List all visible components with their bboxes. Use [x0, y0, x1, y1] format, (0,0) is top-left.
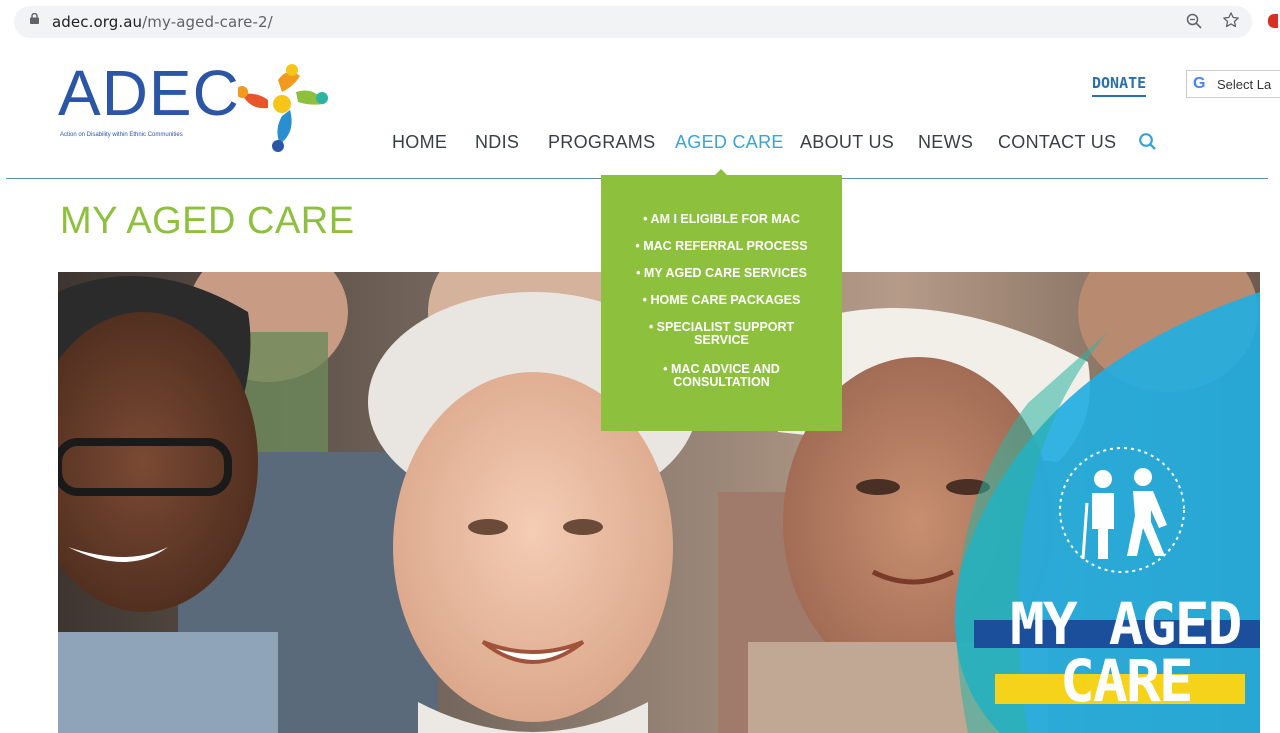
nav-news[interactable]: NEWS [918, 132, 973, 153]
google-translate-icon: G [1193, 75, 1206, 92]
star-icon[interactable] [1222, 11, 1240, 29]
nav-contact-us[interactable]: CONTACT US [998, 132, 1116, 153]
nav-ndis[interactable]: NDIS [475, 132, 519, 153]
elderly-people-icon [1059, 447, 1185, 573]
nav-about-us[interactable]: ABOUT US [800, 132, 894, 153]
banner-title-line2: CARE [1060, 647, 1194, 715]
search-icon[interactable] [1138, 132, 1158, 152]
google-translate-select[interactable]: G Select La [1186, 70, 1280, 98]
dropdown-item-specialist[interactable]: • SPECIALIST SUPPORT SERVICE [601, 321, 842, 347]
url-host: adec.org.au [52, 13, 143, 31]
nav-aged-care[interactable]: AGED CARE [675, 132, 784, 153]
dropdown-item-eligible[interactable]: • AM I ELIGIBLE FOR MAC [601, 213, 842, 226]
extension-icon[interactable] [1268, 14, 1278, 28]
url-text[interactable]: adec.org.au/my-aged-care-2/ [52, 13, 273, 31]
url-path: /my-aged-care-2/ [142, 13, 273, 31]
logo-wordmark: ADEC [58, 57, 240, 129]
adec-logo[interactable]: ADEC Action on Disability within Ethnic … [58, 57, 328, 152]
logo-tagline: Action on Disability within Ethnic Commu… [60, 132, 183, 138]
dropdown-item-services[interactable]: • MY AGED CARE SERVICES [601, 267, 842, 280]
aged-care-dropdown: • AM I ELIGIBLE FOR MAC • MAC REFERRAL P… [601, 175, 842, 431]
zoom-icon[interactable] [1186, 13, 1202, 29]
donate-link[interactable]: DONATE [1092, 74, 1147, 97]
browser-toolbar: adec.org.au/my-aged-care-2/ [0, 0, 1280, 44]
nav-programs[interactable]: PROGRAMS [548, 132, 655, 153]
dropdown-item-advice[interactable]: • MAC ADVICE AND CONSULTATION [601, 363, 842, 389]
lock-icon [30, 13, 39, 24]
people-circle-logo-icon [238, 64, 328, 152]
dropdown-item-home-care[interactable]: • HOME CARE PACKAGES [601, 294, 842, 307]
page-title: MY AGED CARE [60, 200, 355, 242]
nav-home[interactable]: HOME [392, 132, 447, 153]
dropdown-item-referral[interactable]: • MAC REFERRAL PROCESS [601, 240, 842, 253]
translate-label: Select La [1217, 77, 1272, 92]
